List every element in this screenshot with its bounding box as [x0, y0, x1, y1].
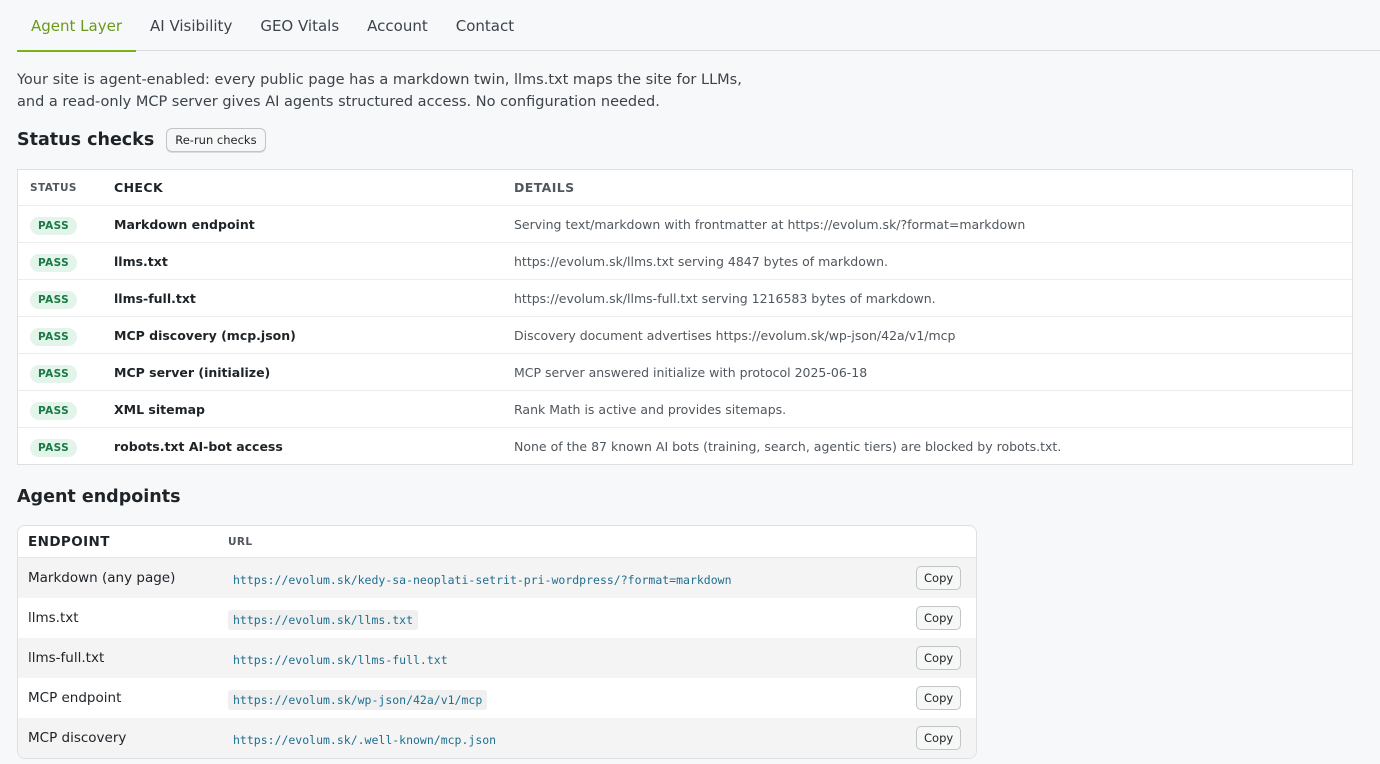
- copy-button[interactable]: Copy: [916, 646, 962, 670]
- table-row: llms-full.txt https://evolum.sk/llms-ful…: [18, 638, 976, 678]
- endpoint-url: https://evolum.sk/kedy-sa-neoplati-setri…: [233, 572, 732, 587]
- check-details: https://evolum.sk/llms-full.txt serving …: [514, 290, 936, 306]
- status-badge: PASS: [30, 401, 78, 420]
- table-row: PASS MCP server (initialize) MCP server …: [18, 353, 1352, 390]
- copy-button[interactable]: Copy: [916, 566, 962, 590]
- table-row: MCP discovery https://evolum.sk/.well-kn…: [18, 718, 976, 758]
- check-details: Discovery document advertises https://ev…: [514, 327, 956, 343]
- endpoint-url: https://evolum.sk/llms-full.txt: [233, 652, 448, 667]
- copy-button[interactable]: Copy: [916, 726, 962, 750]
- copy-button[interactable]: Copy: [916, 686, 962, 710]
- tab-contact[interactable]: Contact: [442, 0, 528, 51]
- endpoint-url: https://evolum.sk/wp-json/42a/v1/mcp: [228, 689, 488, 710]
- tab-agent-layer[interactable]: Agent Layer: [17, 0, 136, 52]
- endpoint-name: llms-full.txt: [28, 650, 105, 666]
- intro-text: Your site is agent-enabled: every public…: [17, 72, 742, 110]
- column-header-endpoint: ENDPOINT: [28, 533, 110, 550]
- status-badge: PASS: [30, 327, 78, 346]
- column-header-details: DETAILS: [514, 180, 575, 195]
- check-details: Rank Math is active and provides sitemap…: [514, 401, 787, 417]
- check-details: MCP server answered initialize with prot…: [514, 364, 868, 380]
- copy-button[interactable]: Copy: [916, 606, 962, 630]
- tab-account[interactable]: Account: [353, 0, 442, 51]
- check-name: MCP discovery (mcp.json): [114, 327, 296, 343]
- check-name: robots.txt AI-bot access: [114, 438, 283, 454]
- column-header-url: URL: [228, 535, 253, 548]
- table-row: PASS robots.txt AI-bot access None of th…: [18, 427, 1352, 464]
- table-header: STATUS CHECK DETAILS: [18, 170, 1352, 205]
- check-details: None of the 87 known AI bots (training, …: [514, 438, 1062, 454]
- status-checks-title: Status checks: [17, 130, 155, 150]
- check-name: XML sitemap: [114, 401, 205, 417]
- status-badge: PASS: [30, 364, 78, 383]
- status-checks-header: Status checks Re-run checks: [17, 127, 266, 153]
- agent-endpoints-table: ENDPOINT URL Markdown (any page) https:/…: [17, 525, 977, 759]
- table-row: PASS XML sitemap Rank Math is active and…: [18, 390, 1352, 427]
- table-header: ENDPOINT URL: [18, 526, 976, 558]
- tab-bar: Agent Layer AI Visibility GEO Vitals Acc…: [17, 0, 1380, 52]
- endpoint-name: MCP endpoint: [28, 690, 122, 706]
- check-name: Markdown endpoint: [114, 216, 255, 232]
- table-row: PASS llms-full.txt https://evolum.sk/llm…: [18, 279, 1352, 316]
- endpoint-name: MCP discovery: [28, 730, 127, 746]
- agent-endpoints-title: Agent endpoints: [17, 487, 181, 507]
- check-name: llms.txt: [114, 253, 168, 269]
- tab-geo-vitals[interactable]: GEO Vitals: [246, 0, 353, 51]
- status-checks-table: STATUS CHECK DETAILS PASS Markdown endpo…: [17, 169, 1353, 465]
- check-details: https://evolum.sk/llms.txt serving 4847 …: [514, 253, 889, 269]
- column-header-status: STATUS: [30, 181, 77, 194]
- table-row: PASS llms.txt https://evolum.sk/llms.txt…: [18, 242, 1352, 279]
- check-name: MCP server (initialize): [114, 364, 271, 380]
- table-row: PASS MCP discovery (mcp.json) Discovery …: [18, 316, 1352, 353]
- endpoint-url: https://evolum.sk/llms.txt: [228, 609, 419, 630]
- endpoint-name: llms.txt: [28, 610, 79, 626]
- tab-ai-visibility[interactable]: AI Visibility: [136, 0, 246, 51]
- table-row: Markdown (any page) https://evolum.sk/ke…: [18, 558, 976, 598]
- endpoint-url: https://evolum.sk/.well-known/mcp.json: [233, 732, 497, 747]
- table-row: MCP endpoint https://evolum.sk/wp-json/4…: [18, 678, 976, 718]
- table-row: PASS Markdown endpoint Serving text/mark…: [18, 205, 1352, 242]
- rerun-checks-button[interactable]: Re-run checks: [166, 128, 266, 152]
- table-row: llms.txt https://evolum.sk/llms.txt Copy: [18, 598, 976, 638]
- status-badge: PASS: [30, 216, 78, 235]
- status-badge: PASS: [30, 290, 78, 309]
- check-details: Serving text/markdown with frontmatter a…: [514, 216, 1026, 232]
- check-name: llms-full.txt: [114, 290, 196, 306]
- column-header-check: CHECK: [114, 180, 164, 195]
- endpoint-name: Markdown (any page): [28, 570, 176, 586]
- status-badge: PASS: [30, 438, 78, 457]
- status-badge: PASS: [30, 253, 78, 272]
